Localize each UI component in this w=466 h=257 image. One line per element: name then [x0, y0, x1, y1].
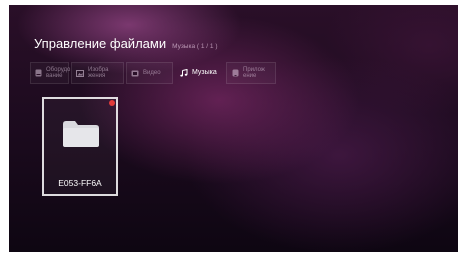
image-icon	[76, 69, 84, 77]
tab-images[interactable]: Изобра жения	[71, 62, 124, 84]
folder-icon	[63, 121, 99, 152]
storage-icon	[35, 69, 42, 77]
folder-tile[interactable]: E053-FF6A	[42, 97, 118, 196]
page-subtitle: Музыка ( 1 / 1 )	[172, 43, 218, 50]
tab-music[interactable]: Музыка	[175, 62, 224, 84]
tab-storage[interactable]: Оборудо вание	[30, 62, 71, 84]
tv-screen: Управление файлами Музыка ( 1 / 1 ) Обор…	[9, 5, 458, 252]
video-icon	[131, 69, 139, 77]
app-icon	[231, 69, 239, 77]
tab-label: Оборудо вание	[46, 66, 71, 80]
tab-video[interactable]: Видео	[126, 62, 173, 84]
music-icon	[180, 69, 188, 77]
header: Управление файлами Музыка ( 1 / 1 )	[34, 36, 217, 51]
category-tabs: Оборудо вание Изобра жения Видео Музыка …	[30, 62, 276, 84]
new-badge	[109, 100, 115, 106]
tab-label: Прилож ение	[243, 66, 265, 80]
page-title: Управление файлами	[34, 36, 167, 51]
tab-label: Музыка	[192, 68, 217, 76]
tab-apps[interactable]: Прилож ение	[226, 62, 276, 84]
tab-label: Видео	[143, 69, 161, 76]
folder-name: E053-FF6A	[58, 178, 102, 188]
tab-label: Изобра жения	[88, 66, 109, 80]
